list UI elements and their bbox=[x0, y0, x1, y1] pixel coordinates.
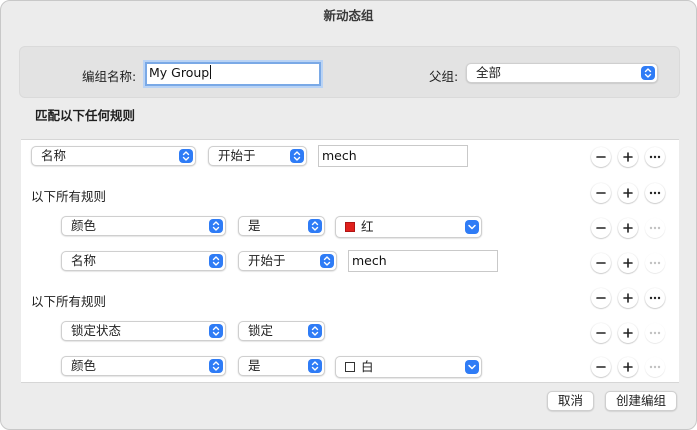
up-down-stepper-icon bbox=[308, 219, 322, 233]
add-nested-rule-button[interactable] bbox=[645, 357, 665, 377]
rule-operator-value: 开始于 bbox=[218, 148, 256, 163]
remove-rule-button[interactable] bbox=[591, 323, 611, 343]
plus-icon bbox=[623, 188, 633, 198]
rule-field-popup[interactable]: 名称 bbox=[61, 251, 226, 271]
add-rule-button[interactable] bbox=[618, 183, 638, 203]
add-nested-rule-button[interactable] bbox=[645, 218, 665, 238]
rule-value-text: mech bbox=[352, 253, 387, 268]
up-down-stepper-icon bbox=[209, 324, 223, 338]
rule-color-popup[interactable]: 红 bbox=[335, 216, 482, 238]
minus-icon bbox=[596, 227, 606, 229]
window-title: 新动态组 bbox=[323, 8, 374, 23]
remove-rule-button[interactable] bbox=[591, 218, 611, 238]
remove-rule-button[interactable] bbox=[591, 253, 611, 273]
rule-field-popup[interactable]: 锁定状态 bbox=[61, 321, 226, 341]
rule-color-value: 红 bbox=[361, 219, 374, 234]
rule-operator-popup[interactable]: 是 bbox=[238, 356, 325, 376]
rule-field-value: 名称 bbox=[71, 253, 97, 268]
rule-operator-popup[interactable]: 锁定 bbox=[238, 321, 325, 341]
rule-operator-popup[interactable]: 开始于 bbox=[238, 251, 337, 271]
ellipsis-icon bbox=[649, 365, 661, 369]
new-dynamic-group-dialog: 新动态组 编组名称: My Group 父组: 全部 匹配以下任何规则 名称 开… bbox=[0, 0, 697, 430]
add-nested-rule-button[interactable] bbox=[645, 183, 665, 203]
up-down-stepper-icon bbox=[209, 359, 223, 373]
rule-value-field[interactable]: mech bbox=[348, 250, 498, 272]
minus-icon bbox=[596, 192, 606, 194]
text-caret bbox=[210, 65, 212, 79]
add-rule-button[interactable] bbox=[618, 218, 638, 238]
remove-rule-button[interactable] bbox=[591, 183, 611, 203]
up-down-stepper-icon bbox=[320, 254, 334, 268]
up-down-stepper-icon bbox=[209, 254, 223, 268]
add-rule-button[interactable] bbox=[618, 147, 638, 167]
rule-group-label: 以下所有规则 bbox=[31, 294, 107, 309]
minus-icon bbox=[596, 262, 606, 264]
rule-field-value: 颜色 bbox=[71, 358, 97, 373]
chevron-down-icon bbox=[465, 360, 479, 374]
up-down-stepper-icon bbox=[209, 219, 223, 233]
rule-field-popup[interactable]: 颜色 bbox=[61, 356, 226, 376]
up-down-stepper-icon bbox=[308, 324, 322, 338]
up-down-stepper-icon bbox=[179, 149, 193, 163]
ellipsis-icon bbox=[649, 191, 661, 195]
rule-field-popup[interactable]: 颜色 bbox=[61, 216, 226, 236]
add-rule-button[interactable] bbox=[618, 323, 638, 343]
rule-field-value: 名称 bbox=[41, 148, 67, 163]
rule-operator-value: 锁定 bbox=[248, 323, 274, 338]
minus-icon bbox=[596, 366, 606, 368]
rule-operator-popup[interactable]: 是 bbox=[238, 216, 325, 236]
create-group-button[interactable]: 创建编组 bbox=[605, 391, 677, 411]
minus-icon bbox=[596, 297, 606, 299]
cancel-button[interactable]: 取消 bbox=[547, 391, 594, 411]
rule-group-label: 以下所有规则 bbox=[31, 189, 107, 204]
parent-group-popup[interactable]: 全部 bbox=[466, 63, 658, 83]
color-swatch-icon bbox=[345, 362, 355, 372]
rule-operator-popup[interactable]: 开始于 bbox=[208, 146, 307, 166]
chevron-down-icon bbox=[465, 220, 479, 234]
rule-value-field[interactable]: mech bbox=[318, 145, 468, 167]
rule-field-value: 颜色 bbox=[71, 218, 97, 233]
plus-icon bbox=[623, 258, 633, 268]
up-down-stepper-icon bbox=[641, 66, 655, 80]
rule-field-popup[interactable]: 名称 bbox=[31, 146, 196, 166]
ellipsis-icon bbox=[649, 296, 661, 300]
ellipsis-icon bbox=[649, 261, 661, 265]
remove-rule-button[interactable] bbox=[591, 357, 611, 377]
group-name-label: 编组名称: bbox=[82, 69, 137, 84]
ellipsis-icon bbox=[649, 331, 661, 335]
minus-icon bbox=[596, 332, 606, 334]
plus-icon bbox=[623, 223, 633, 233]
group-name-field[interactable]: My Group bbox=[145, 62, 321, 86]
group-name-value: My Group bbox=[149, 65, 210, 80]
ellipsis-icon bbox=[649, 226, 661, 230]
add-rule-button[interactable] bbox=[618, 253, 638, 273]
up-down-stepper-icon bbox=[308, 359, 322, 373]
remove-rule-button[interactable] bbox=[591, 288, 611, 308]
minus-icon bbox=[596, 156, 606, 158]
rule-color-value: 白 bbox=[361, 359, 374, 374]
plus-icon bbox=[623, 362, 633, 372]
add-nested-rule-button[interactable] bbox=[645, 288, 665, 308]
add-rule-button[interactable] bbox=[618, 288, 638, 308]
rule-operator-value: 是 bbox=[248, 358, 261, 373]
up-down-stepper-icon bbox=[290, 149, 304, 163]
color-swatch-icon bbox=[345, 222, 355, 232]
plus-icon bbox=[623, 152, 633, 162]
add-nested-rule-button[interactable] bbox=[645, 147, 665, 167]
plus-icon bbox=[623, 328, 633, 338]
parent-group-value: 全部 bbox=[476, 65, 502, 80]
rule-color-popup[interactable]: 白 bbox=[335, 356, 482, 378]
plus-icon bbox=[623, 293, 633, 303]
rule-operator-value: 开始于 bbox=[248, 253, 286, 268]
rules-title: 匹配以下任何规则 bbox=[35, 108, 136, 123]
add-rule-button[interactable] bbox=[618, 357, 638, 377]
add-nested-rule-button[interactable] bbox=[645, 323, 665, 343]
rule-field-value: 锁定状态 bbox=[71, 323, 122, 338]
add-nested-rule-button[interactable] bbox=[645, 253, 665, 273]
ellipsis-icon bbox=[649, 155, 661, 159]
rule-operator-value: 是 bbox=[248, 218, 261, 233]
remove-rule-button[interactable] bbox=[591, 147, 611, 167]
rule-value-text: mech bbox=[322, 148, 357, 163]
parent-group-label: 父组: bbox=[429, 69, 459, 84]
